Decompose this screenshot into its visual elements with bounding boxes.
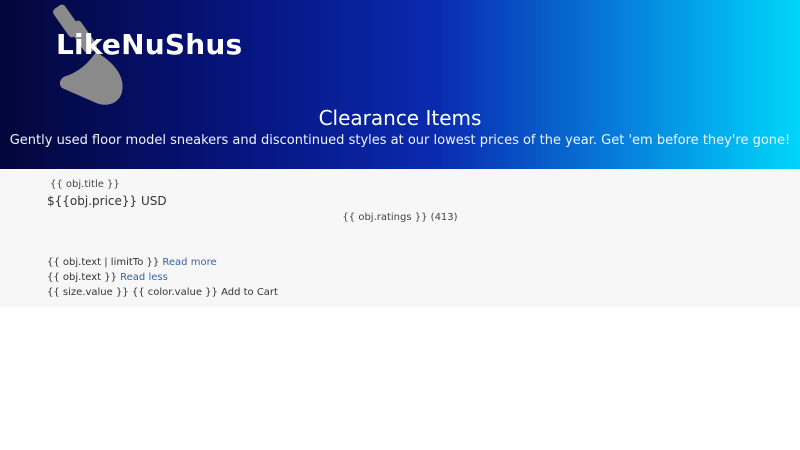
product-description-short: {{ obj.text | limitTo }} Read more [47, 257, 217, 268]
read-more-link[interactable]: Read more [162, 257, 216, 268]
product-listing: {{ obj.title }} ${{obj.price}} USD {{ ob… [0, 169, 800, 307]
product-options: {{ size.value }} {{ color.value }} Add t… [47, 287, 278, 298]
hero-banner: LikeNuShus Clearance Items Gently used f… [0, 0, 800, 169]
brand-logo-text[interactable]: LikeNuShus [56, 28, 242, 61]
size-color-values: {{ size.value }} {{ color.value }} [47, 287, 218, 298]
page-title: Clearance Items [318, 106, 482, 130]
product-price: ${{obj.price}} USD [47, 194, 167, 208]
description-short-text: {{ obj.text | limitTo }} [47, 257, 160, 268]
product-description-full: {{ obj.text }} Read less [47, 272, 168, 283]
product-title: {{ obj.title }} [50, 179, 120, 190]
read-less-link[interactable]: Read less [120, 272, 168, 283]
page-subtitle: Gently used floor model sneakers and dis… [9, 133, 791, 148]
product-ratings: {{ obj.ratings }} (413) [342, 212, 458, 223]
description-full-text: {{ obj.text }} [47, 272, 117, 283]
add-to-cart-button[interactable]: Add to Cart [221, 287, 278, 298]
